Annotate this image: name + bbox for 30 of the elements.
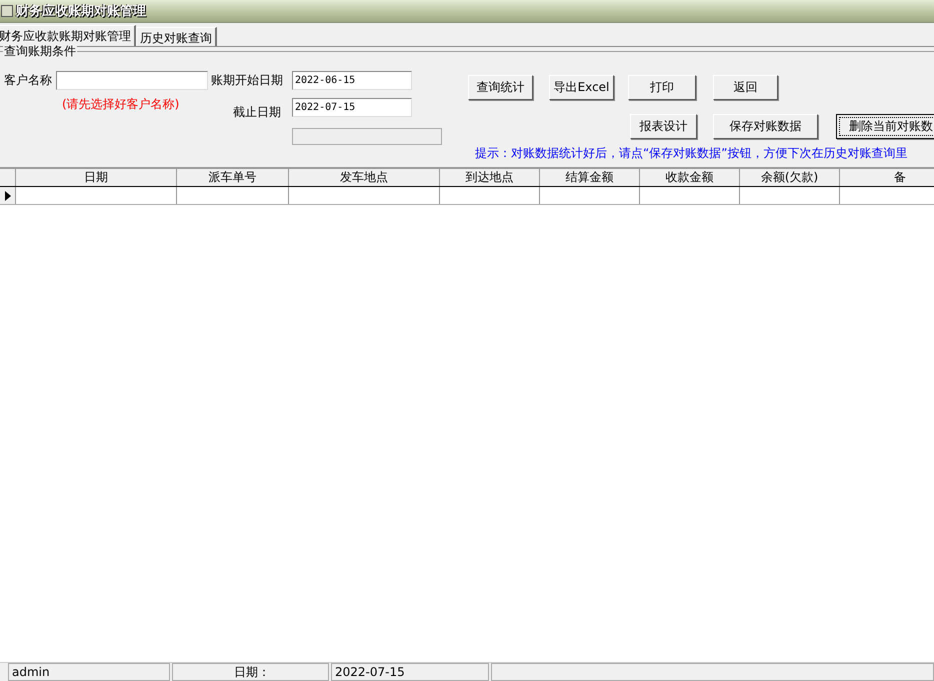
status-label: 日期： [172, 663, 329, 681]
date-field[interactable]: 2022-07-15 [292, 98, 412, 117]
window-title: 财务应收账期对账管理 [16, 2, 146, 20]
field-label: 账期开始日期 [210, 72, 284, 89]
button[interactable]: 查询统计 [468, 75, 533, 100]
button[interactable]: 删除当前对账数 [836, 114, 934, 139]
column-header[interactable]: 发车地点 [289, 169, 440, 186]
button[interactable]: 打印 [628, 75, 696, 100]
button[interactable]: 导出Excel [549, 75, 614, 100]
button[interactable]: 报表设计 [630, 114, 697, 139]
group-title: 查询账期条件 [3, 44, 77, 58]
status-date: 2022-07-15 [331, 663, 489, 681]
column-header[interactable]: 收款金额 [640, 169, 740, 186]
column-header[interactable]: 日期 [16, 169, 177, 186]
column-header[interactable]: 备 [840, 169, 934, 186]
button[interactable]: 保存对账数据 [713, 114, 818, 139]
date-field[interactable]: 2022-06-15 [292, 71, 412, 90]
tip-text: 提示：对账数据统计好后，请点“保存对账数据”按钮，方便下次在历史对账查询里 [475, 145, 908, 162]
column-header[interactable]: 结算金额 [540, 169, 640, 186]
field-label: 截止日期 [233, 104, 282, 121]
customer-field[interactable] [56, 71, 208, 90]
tab[interactable]: 历史对账查询 [136, 27, 217, 46]
hint-text: (请先选择好客户名称) [62, 96, 180, 113]
column-header[interactable]: 到达地点 [440, 169, 540, 186]
status-user: admin [8, 663, 170, 681]
column-header[interactable]: 派车单号 [177, 169, 289, 186]
window-menu-icon[interactable] [1, 5, 13, 17]
button[interactable]: 返回 [713, 75, 778, 100]
column-header[interactable]: 余额(欠款) [740, 169, 840, 186]
field-label: 客户名称 [3, 72, 52, 89]
